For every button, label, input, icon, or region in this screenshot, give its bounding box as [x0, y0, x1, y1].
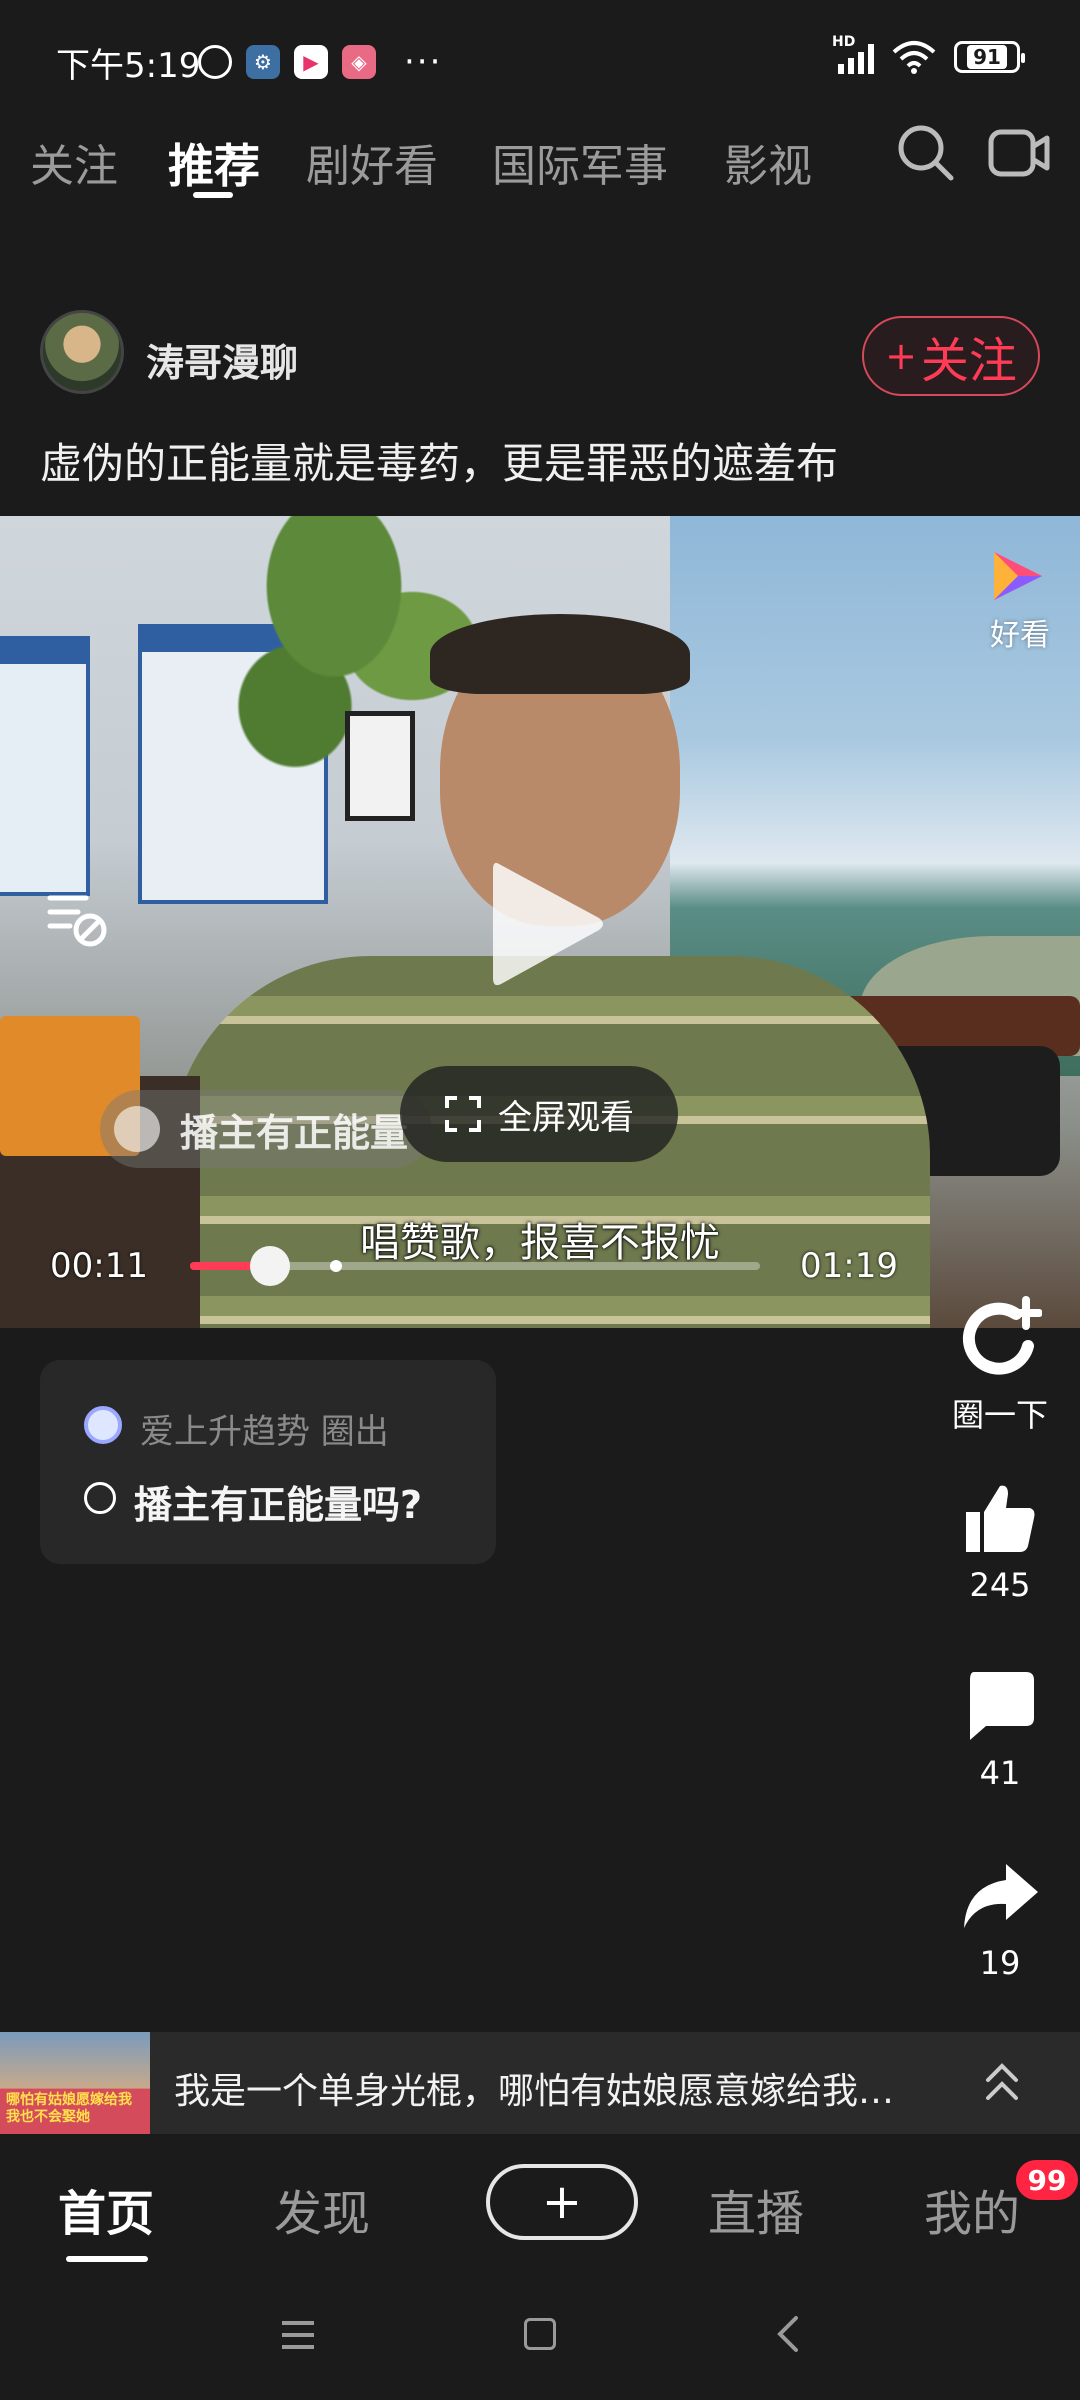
fullscreen-icon: [445, 1096, 481, 1132]
fullscreen-button[interactable]: 全屏观看: [400, 1066, 678, 1162]
nav-active-indicator: [66, 2256, 148, 2262]
status-right: HD 91: [832, 34, 1025, 74]
battery-level: 91: [967, 45, 1007, 69]
play-app-icon: ▶: [294, 45, 328, 79]
progress-knob[interactable]: [249, 1246, 290, 1286]
thumb-caption-1: 哪怕有姑娘愿嫁给我: [6, 2092, 132, 2109]
video-scene-person-hair: [430, 614, 690, 694]
fullscreen-label: 全屏观看: [498, 1097, 634, 1138]
total-time: 01:19: [800, 1246, 898, 1286]
author-row: 涛哥漫聊 + 关注: [0, 310, 1080, 402]
follow-button[interactable]: + 关注: [862, 316, 1040, 396]
share-action[interactable]: 19: [940, 1858, 1060, 1982]
danmaku-off-icon[interactable]: [42, 886, 112, 950]
menu-icon[interactable]: [280, 2318, 316, 2352]
circle-tag[interactable]: 播主有正能量: [100, 1090, 433, 1168]
circle-source-avatar: [84, 1406, 122, 1444]
comment-icon: [970, 1672, 1034, 1740]
signal-icon: HD: [832, 34, 874, 74]
battery-icon: 91: [954, 41, 1025, 73]
tab-military[interactable]: 国际军事: [492, 130, 668, 194]
status-bar: 下午5:19 ⚙ ▶ ◈ ··· HD 91: [0, 0, 1080, 120]
video-scene-frame: [345, 711, 415, 821]
play-icon[interactable]: [487, 854, 607, 994]
author-name[interactable]: 涛哥漫聊: [146, 332, 298, 387]
circle-action[interactable]: 圈一下: [940, 1296, 1060, 1436]
progress-bar[interactable]: [190, 1246, 760, 1286]
nav-discover[interactable]: 发现: [274, 2174, 370, 2244]
nav-live[interactable]: 直播: [708, 2174, 804, 2244]
radio-circle-icon[interactable]: [84, 1482, 116, 1514]
thumbs-up-icon: [966, 1485, 1035, 1552]
video-scene-board: [0, 636, 90, 896]
status-more-icon: ···: [404, 42, 443, 82]
share-count: 19: [979, 1944, 1021, 1982]
system-nav: [0, 2274, 1080, 2400]
camera-icon[interactable]: [988, 126, 1050, 180]
alarm-icon: [198, 45, 232, 79]
tab-drama[interactable]: 剧好看: [306, 130, 438, 194]
search-icon[interactable]: [895, 122, 955, 182]
like-action[interactable]: 245: [940, 1480, 1060, 1604]
wifi-icon: [892, 41, 936, 74]
follow-label: 关注: [920, 333, 1017, 389]
like-count: 245: [969, 1566, 1031, 1604]
back-icon[interactable]: [774, 2314, 800, 2354]
network-type: HD: [832, 34, 856, 50]
recommendation-text[interactable]: 我是一个单身光棍，哪怕有姑娘愿意嫁给我，...: [174, 2062, 914, 2114]
tab-active-indicator: [193, 192, 233, 198]
tab-recommend[interactable]: 推荐: [168, 130, 260, 196]
circle-action-label: 圈一下: [951, 1396, 1048, 1434]
thumb-caption-2: 我也不会娶她: [6, 2109, 90, 2126]
circle-card[interactable]: 爱上升趋势 圈出 播主有正能量吗?: [40, 1360, 496, 1564]
post-title: 虚伪的正能量就是毒药，更是罪恶的遮羞布: [40, 439, 839, 488]
notification-badge: 99: [1016, 2160, 1078, 2200]
recommendation-bar[interactable]: 哪怕有姑娘愿嫁给我 我也不会娶她 我是一个单身光棍，哪怕有姑娘愿意嫁给我，...: [0, 2032, 1080, 2134]
recommendation-thumbnail[interactable]: 哪怕有姑娘愿嫁给我 我也不会娶她: [0, 2032, 150, 2134]
brand-label: 好看: [990, 618, 1050, 653]
home-square-icon[interactable]: [524, 2318, 556, 2350]
follow-plus-icon: +: [885, 334, 917, 378]
comment-action[interactable]: 41: [940, 1668, 1060, 1792]
nav-profile[interactable]: 我的: [924, 2174, 1020, 2244]
circle-plus-icon: [962, 1296, 1042, 1375]
circle-source: 爱上升趋势 圈出: [140, 1412, 389, 1452]
status-time: 下午5:19: [56, 46, 201, 86]
gear-icon: ⚙: [246, 45, 280, 79]
progress-marker: [330, 1260, 342, 1272]
avatar[interactable]: [40, 310, 124, 394]
status-app-icons: ⚙ ▶ ◈ ···: [198, 42, 442, 82]
current-time: 00:11: [50, 1246, 148, 1286]
brand-logo-icon: [994, 552, 1042, 600]
bottom-nav: 首页 发现 + 直播 我的 99: [0, 2134, 1080, 2274]
video-player[interactable]: 好看 播主有正能量 全屏观看 唱赞歌，报喜不报忧 00:11 01:19: [0, 516, 1080, 1328]
share-icon: [964, 1864, 1038, 1928]
comment-count: 41: [979, 1754, 1021, 1792]
nav-home[interactable]: 首页: [58, 2174, 154, 2244]
circle-question: 播主有正能量吗?: [134, 1483, 423, 1527]
tab-movies[interactable]: 影视: [724, 130, 812, 194]
add-button[interactable]: +: [486, 2164, 638, 2240]
tab-follow[interactable]: 关注: [30, 130, 118, 194]
video-subtitle: 唱赞歌，报喜不报忧: [360, 1220, 720, 1266]
chevron-up-icon[interactable]: [982, 2058, 1022, 2108]
tea-app-icon: ◈: [342, 45, 376, 79]
